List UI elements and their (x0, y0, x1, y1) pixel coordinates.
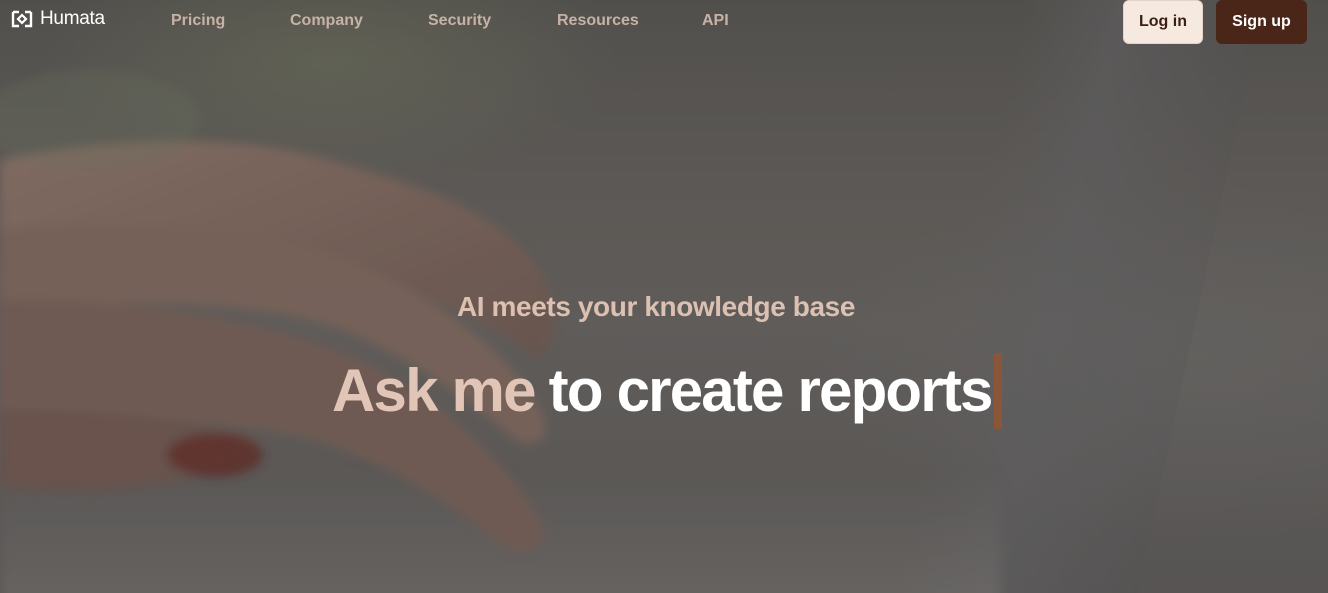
nav-link-security[interactable]: Security (428, 12, 491, 30)
signup-button[interactable]: Sign up (1216, 0, 1307, 44)
headline-typed-text: to create reports (548, 357, 994, 424)
nav-link-resources[interactable]: Resources (557, 12, 639, 30)
hero-section: Humata Pricing Company Security Resource… (0, 0, 1328, 593)
typing-cursor (993, 353, 1002, 429)
hero-eyebrow: AI meets your knowledge base (456, 291, 856, 322)
hero-headline: Ask me to create reports (332, 352, 1002, 430)
nav-link-company[interactable]: Company (290, 12, 363, 30)
top-navigation: Humata Pricing Company Security Resource… (0, 0, 1328, 46)
brand-name: Humata (40, 8, 105, 29)
brand-logo-link[interactable]: Humata (10, 8, 105, 30)
humata-logo-icon (11, 10, 33, 28)
nav-link-pricing[interactable]: Pricing (171, 12, 225, 30)
login-button[interactable]: Log in (1123, 0, 1203, 44)
nav-link-api[interactable]: API (702, 12, 729, 30)
headline-lead-text: Ask me (332, 357, 536, 424)
